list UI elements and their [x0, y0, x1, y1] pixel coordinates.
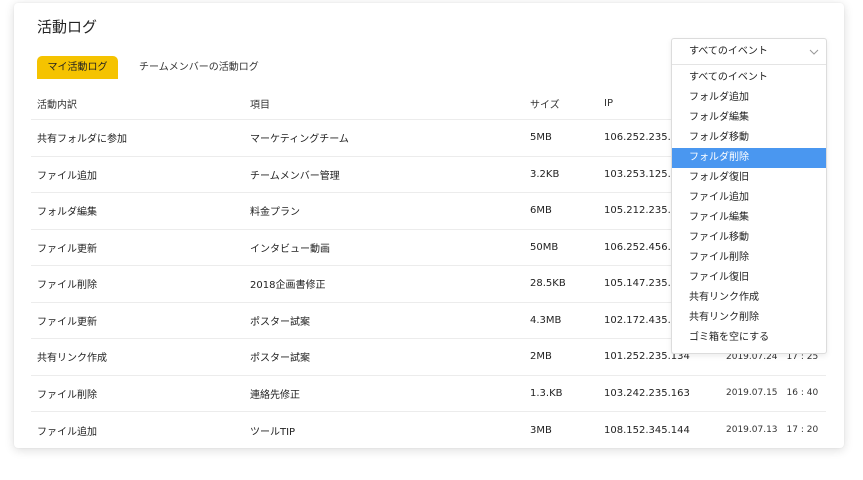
- cell-action: フォルダ編集: [37, 207, 97, 219]
- cell-size: 28.5KB: [530, 278, 566, 290]
- event-filter-select[interactable]: すべてのイベント: [672, 39, 826, 65]
- event-filter-option[interactable]: ファイル編集: [672, 208, 826, 228]
- cell-item: 2018企画書修正: [250, 280, 326, 292]
- cell-ip: 103.253.125.: [604, 168, 671, 180]
- cell-action: ファイル削除: [37, 280, 97, 292]
- event-filter-option[interactable]: フォルダ追加: [672, 88, 826, 108]
- event-filter-option[interactable]: ファイル復旧: [672, 268, 826, 288]
- cell-datetime: 2019.07.15 16 : 40: [726, 376, 818, 412]
- cell-size: 6MB: [530, 205, 552, 217]
- cell-time: 16 : 40: [786, 388, 819, 399]
- cell-datetime: 2019.07.13 17 : 20: [726, 412, 818, 449]
- cell-item: インタビュー動画: [250, 243, 330, 255]
- event-filter-option[interactable]: 共有リンク削除: [672, 308, 826, 328]
- cell-size: 3MB: [530, 424, 552, 436]
- table-row: ファイル追加 ツールTIP 3MB 108.152.345.144 2019.07.13…: [31, 412, 826, 449]
- cell-item: 連絡先修正: [250, 389, 300, 401]
- cell-size: 4.3MB: [530, 314, 562, 326]
- table-row: ファイル削除 連絡先修正 1.3.KB 103.242.235.163 2019.07.…: [31, 376, 826, 412]
- cell-item: 料金プラン: [250, 207, 300, 219]
- cell-item: ポスター試案: [250, 316, 310, 328]
- tab-my-activity-log[interactable]: マイ活動ログ: [37, 56, 118, 79]
- cell-item: ツールTIP: [250, 426, 296, 438]
- cell-action: 共有フォルダに参加: [37, 134, 127, 146]
- cell-action: 共有リンク作成: [37, 353, 107, 365]
- chevron-down-icon: [809, 49, 819, 55]
- cell-item: ポスター試案: [250, 353, 310, 365]
- cell-size: 50MB: [530, 241, 559, 253]
- cell-date: 2019.07.15: [726, 388, 778, 399]
- header-ip: IP: [604, 98, 613, 109]
- cell-ip: 105.212.235.: [604, 205, 671, 217]
- page-title: 活動ログ: [37, 18, 98, 36]
- event-filter-option[interactable]: すべてのイベント: [672, 68, 826, 88]
- event-filter-option[interactable]: フォルダ復旧: [672, 168, 826, 188]
- cell-action: ファイル更新: [37, 316, 97, 328]
- event-filter-option[interactable]: ゴミ箱を空にする: [672, 328, 826, 348]
- cell-ip: 106.252.456.: [604, 241, 671, 253]
- cell-action: ファイル削除: [37, 389, 97, 401]
- event-filter-option[interactable]: フォルダ削除: [672, 148, 826, 168]
- cell-ip: 105.147.235.: [604, 278, 671, 290]
- cell-size: 5MB: [530, 132, 552, 144]
- tab-team-activity-log[interactable]: チームメンバーの活動ログ: [139, 56, 259, 79]
- event-filter-option[interactable]: ファイル削除: [672, 248, 826, 268]
- event-filter-options: すべてのイベント フォルダ追加 フォルダ編集 フォルダ移動 フォルダ削除 フォルダ復旧 ファ…: [672, 68, 826, 348]
- event-filter-option[interactable]: 共有リンク作成: [672, 288, 826, 308]
- event-filter-dropdown[interactable]: すべてのイベント すべてのイベント フォルダ追加 フォルダ編集 フォルダ移動 フォルダ削…: [671, 38, 827, 354]
- header-size: サイズ: [530, 100, 560, 111]
- cell-size: 2MB: [530, 351, 552, 363]
- cell-item: チームメンバー管理: [250, 170, 340, 182]
- event-filter-option[interactable]: フォルダ移動: [672, 128, 826, 148]
- cell-time: 17 : 20: [786, 425, 819, 436]
- cell-size: 3.2KB: [530, 168, 560, 180]
- cell-action: ファイル追加: [37, 426, 97, 438]
- event-filter-option[interactable]: フォルダ編集: [672, 108, 826, 128]
- cell-ip: 103.242.235.163: [604, 387, 690, 399]
- cell-ip: 106.252.235.: [604, 132, 671, 144]
- cell-ip: 108.152.345.144: [604, 424, 690, 436]
- event-filter-option[interactable]: ファイル移動: [672, 228, 826, 248]
- cell-item: マーケティングチーム: [250, 134, 349, 146]
- cell-action: ファイル追加: [37, 170, 97, 182]
- cell-ip: 102.172.435.: [604, 314, 671, 326]
- header-action: 活動内訳: [37, 100, 77, 111]
- header-item: 項目: [250, 100, 270, 111]
- cell-size: 1.3.KB: [530, 387, 563, 399]
- cell-action: ファイル更新: [37, 243, 97, 255]
- event-filter-selected-value: すべてのイベント: [689, 46, 768, 57]
- event-filter-option[interactable]: ファイル追加: [672, 188, 826, 208]
- cell-date: 2019.07.13: [726, 425, 778, 436]
